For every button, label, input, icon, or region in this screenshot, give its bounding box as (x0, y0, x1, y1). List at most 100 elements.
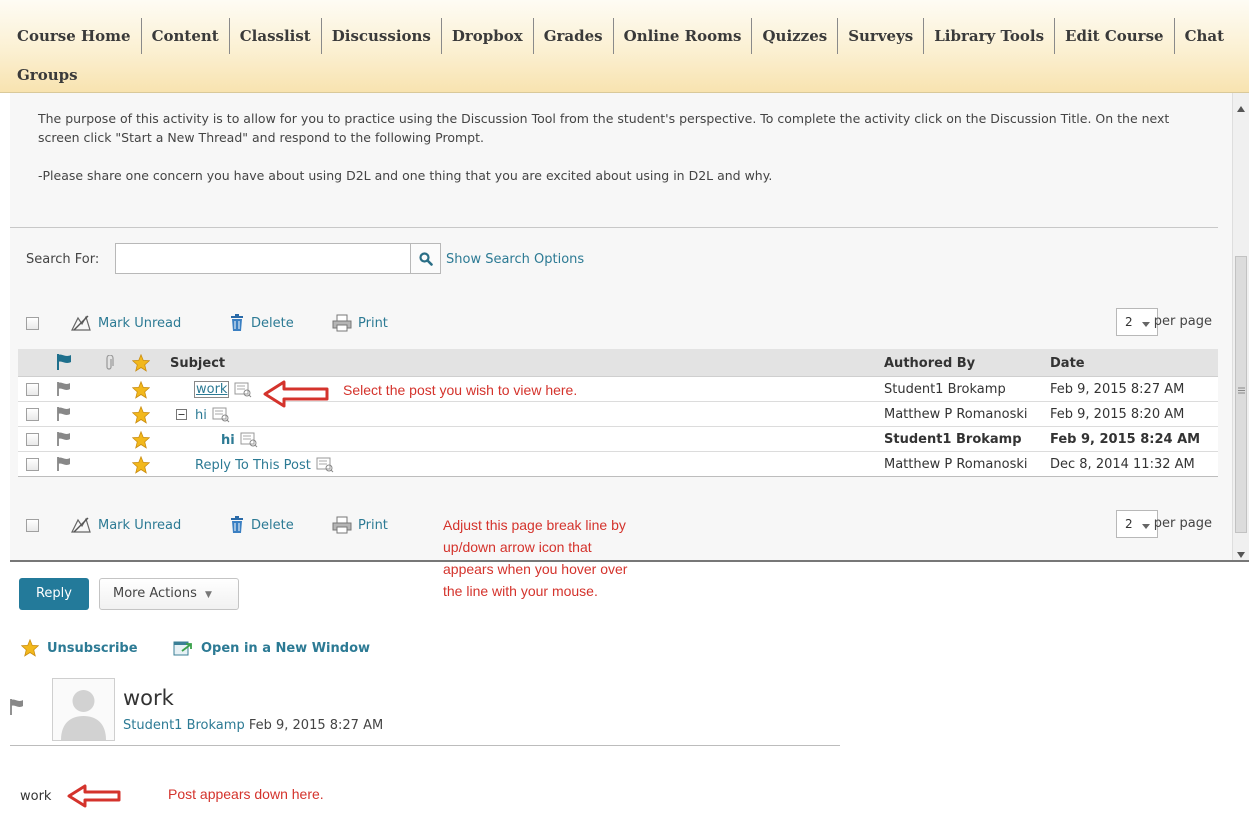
flag-icon[interactable] (9, 698, 25, 720)
per-page-select[interactable]: 2 (1116, 308, 1158, 336)
annotation-select-post: Select the post you wish to view here. (343, 382, 578, 398)
row-checkbox[interactable] (26, 408, 39, 421)
row-author: Student1 Brokamp (884, 382, 1006, 397)
search-input[interactable] (115, 243, 411, 274)
preview-icon[interactable] (234, 382, 252, 398)
nav-content[interactable]: Content (142, 18, 230, 54)
chevron-down-icon: ▼ (205, 590, 212, 600)
mark-unread-button[interactable]: Mark Unread (70, 313, 181, 333)
authored-by-header[interactable]: Authored By (884, 356, 975, 371)
nav-edit-course[interactable]: Edit Course (1055, 18, 1175, 54)
open-new-window-link[interactable]: Open in a New Window (173, 639, 370, 657)
mark-unread-button[interactable]: Mark Unread (70, 515, 181, 535)
more-actions-label: More Actions (113, 586, 197, 601)
nav-groups[interactable]: Groups (17, 64, 78, 86)
flag-icon[interactable] (56, 431, 72, 451)
per-page-select[interactable]: 2 (1116, 510, 1158, 538)
annotation-line: up/down arrow icon that (443, 539, 592, 555)
row-date: Feb 9, 2015 8:24 AM (1050, 432, 1201, 447)
nav-row: Course Home Content Classlist Discussion… (10, 18, 1234, 54)
thread-subject-link[interactable]: hi (221, 432, 258, 448)
reply-button[interactable]: Reply (19, 578, 89, 610)
subject-text[interactable]: Reply To This Post (195, 458, 311, 473)
preview-icon[interactable] (316, 457, 334, 473)
star-icon[interactable] (131, 380, 151, 403)
subject-text[interactable]: hi (221, 433, 235, 448)
nav-library-tools[interactable]: Library Tools (924, 18, 1056, 54)
per-page-label: per page (1153, 516, 1212, 531)
mark-unread-label: Mark Unread (98, 517, 182, 533)
topic-description: The purpose of this activity is to allow… (38, 109, 1188, 185)
show-search-options-link[interactable]: Show Search Options (446, 252, 584, 267)
open-new-window-label: Open in a New Window (201, 640, 371, 656)
mark-unread-icon (71, 517, 91, 533)
select-all-checkbox[interactable] (26, 519, 39, 532)
table-row[interactable]: hi Student1 Brokamp Feb 9, 2015 8:24 AM (18, 427, 1218, 452)
avatar (52, 678, 115, 741)
star-icon[interactable] (131, 455, 151, 478)
table-row[interactable]: hi Matthew P Romanoski Feb 9, 2015 8:20 … (18, 402, 1218, 427)
flag-icon[interactable] (56, 406, 72, 426)
nav-course-home[interactable]: Course Home (10, 18, 142, 54)
per-page-value: 2 (1125, 315, 1133, 329)
star-icon (21, 639, 39, 657)
printer-icon (332, 314, 352, 332)
row-author: Matthew P Romanoski (884, 407, 1028, 422)
nav-grades[interactable]: Grades (534, 18, 614, 54)
delete-button[interactable]: Delete (229, 313, 294, 333)
pane-resize-divider[interactable] (10, 560, 1249, 562)
print-button[interactable]: Print (332, 313, 388, 333)
preview-icon[interactable] (240, 432, 258, 448)
new-window-icon (173, 641, 192, 656)
post-body: work (20, 789, 52, 804)
preview-icon[interactable] (212, 407, 230, 423)
chevron-down-icon (1142, 317, 1150, 331)
row-author: Student1 Brokamp (884, 432, 1022, 447)
date-header[interactable]: Date (1050, 356, 1085, 371)
more-actions-button[interactable]: More Actions ▼ (99, 578, 239, 610)
thread-subject-link[interactable]: Reply To This Post (195, 457, 334, 473)
unsubscribe-link[interactable]: Unsubscribe (21, 639, 138, 657)
course-navbar: Course Home Content Classlist Discussion… (0, 0, 1249, 93)
nav-online-rooms[interactable]: Online Rooms (614, 18, 753, 54)
star-icon[interactable] (131, 405, 151, 428)
table-row[interactable]: work Student1 Brokamp Feb 9, 2015 8:27 A… (18, 377, 1218, 402)
row-checkbox[interactable] (26, 383, 39, 396)
select-all-checkbox[interactable] (26, 317, 39, 330)
scroll-up-icon[interactable] (1237, 97, 1245, 116)
annotation-arrow-left-icon (67, 784, 121, 808)
attachment-column-icon[interactable] (104, 354, 114, 375)
post-author-link[interactable]: Student1 Brokamp (123, 718, 245, 733)
collapse-icon[interactable] (176, 409, 187, 424)
scroll-thumb[interactable] (1235, 256, 1247, 533)
nav-chat[interactable]: Chat (1175, 18, 1235, 54)
nav-discussions[interactable]: Discussions (322, 18, 442, 54)
thread-subject-link[interactable]: work (194, 381, 252, 398)
star-icon[interactable] (131, 430, 151, 453)
subject-text[interactable]: work (194, 381, 230, 398)
thread-subject-link[interactable]: hi (195, 407, 230, 423)
subject-header[interactable]: Subject (170, 356, 225, 371)
list-pane-scrollbar[interactable] (1232, 93, 1249, 560)
nav-dropbox[interactable]: Dropbox (442, 18, 534, 54)
flag-icon[interactable] (56, 456, 72, 476)
annotation-line: Adjust this page break line by (443, 517, 626, 533)
row-checkbox[interactable] (26, 458, 39, 471)
star-column-icon[interactable] (131, 353, 151, 376)
annotation-page-break: Adjust this page break line by up/down a… (443, 514, 627, 602)
delete-button[interactable]: Delete (229, 515, 294, 535)
nav-classlist[interactable]: Classlist (230, 18, 322, 54)
flag-icon[interactable] (56, 381, 72, 401)
search-button[interactable] (411, 243, 441, 274)
flag-column-icon[interactable] (55, 353, 73, 375)
search-icon (419, 252, 433, 266)
subject-text[interactable]: hi (195, 408, 207, 423)
table-row[interactable]: Reply To This Post Matthew P Romanoski D… (18, 452, 1218, 477)
delete-label: Delete (251, 517, 294, 533)
print-button[interactable]: Print (332, 515, 388, 535)
nav-quizzes[interactable]: Quizzes (752, 18, 839, 54)
nav-surveys[interactable]: Surveys (838, 18, 925, 54)
chevron-down-icon (1142, 519, 1150, 533)
list-toolbar-top: Mark Unread Delete Print 2 per page (10, 308, 1218, 336)
row-checkbox[interactable] (26, 433, 39, 446)
